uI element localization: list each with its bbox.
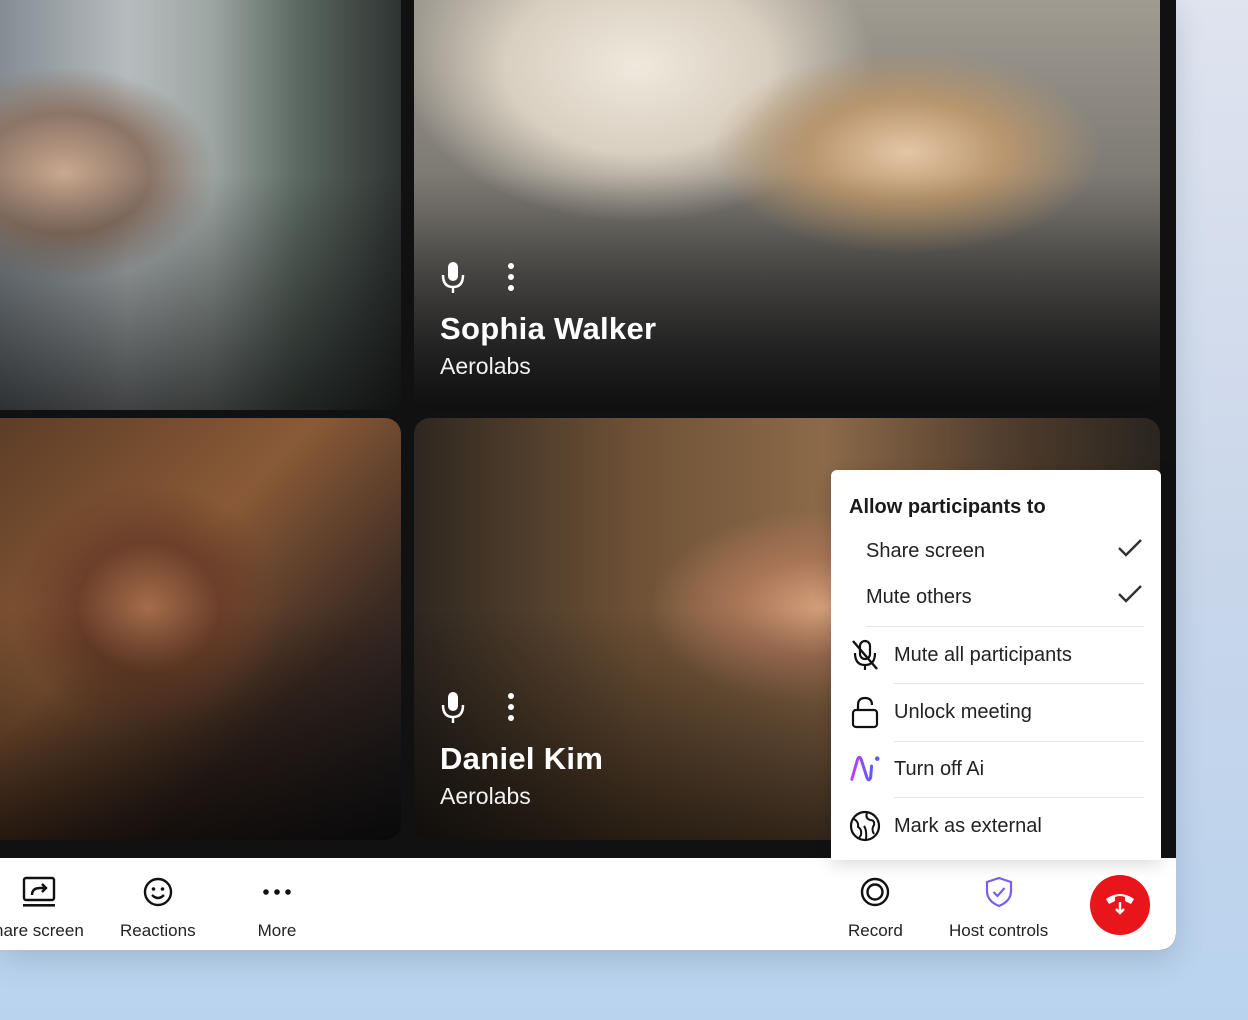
unlock-icon: [849, 695, 881, 729]
record-label: Record: [848, 921, 903, 940]
mic-off-icon: [849, 638, 881, 672]
share-screen-label: hare screen: [0, 921, 84, 940]
meeting-toolbar: hare screen Reactions More Record Host c…: [0, 858, 1176, 950]
participant-name: Sophia Walker: [440, 311, 657, 346]
host-controls-menu: Allow participants to Share screen Mute …: [831, 470, 1161, 860]
video-tile-participant-3[interactable]: [0, 418, 401, 840]
more-horizontal-icon: [256, 876, 298, 913]
share-screen-button[interactable]: hare screen: [0, 876, 84, 941]
participant-name: Daniel Kim: [440, 741, 604, 776]
record-button[interactable]: Record: [848, 876, 903, 941]
permission-mute-others[interactable]: Mute others: [866, 582, 1144, 612]
more-label: More: [257, 921, 297, 940]
video-tile-participant-1[interactable]: [0, 0, 401, 410]
divider: [894, 683, 1144, 684]
checkmark-icon: [1116, 582, 1144, 612]
share-screen-icon: [21, 876, 57, 913]
host-controls-label: Host controls: [949, 921, 1049, 940]
ai-icon: [849, 752, 881, 786]
checkmark-icon: [1116, 536, 1144, 566]
more-button[interactable]: More: [256, 876, 298, 941]
action-label: Mute all participants: [894, 643, 1072, 666]
reactions-button[interactable]: Reactions: [120, 876, 196, 941]
more-vertical-icon[interactable]: [506, 260, 516, 299]
smiley-icon: [142, 876, 174, 913]
divider: [894, 797, 1144, 798]
mute-all-participants-item[interactable]: Mute all participants: [849, 638, 1072, 672]
permission-share-screen[interactable]: Share screen: [866, 536, 1144, 566]
action-label: Unlock meeting: [894, 700, 1032, 723]
mark-as-external-item[interactable]: Mark as external: [849, 809, 1042, 843]
more-vertical-icon[interactable]: [506, 690, 516, 729]
reactions-label: Reactions: [120, 921, 196, 940]
unlock-meeting-item[interactable]: Unlock meeting: [849, 695, 1032, 729]
microphone-icon[interactable]: [440, 260, 466, 299]
participant-org: Aerolabs: [440, 783, 531, 809]
record-icon: [859, 876, 891, 913]
action-label: Turn off Ai: [894, 757, 985, 780]
meeting-window: Sophia Walker Aerolabs Daniel Kim Aerola…: [0, 0, 1176, 950]
divider: [894, 741, 1144, 742]
hang-up-icon: [1103, 888, 1137, 923]
globe-icon: [849, 809, 881, 843]
host-controls-button[interactable]: Host controls: [949, 876, 1048, 941]
end-call-button[interactable]: [1090, 875, 1150, 935]
permission-label: Mute others: [866, 585, 972, 608]
microphone-icon[interactable]: [440, 690, 466, 729]
menu-title: Allow participants to: [849, 496, 1046, 518]
divider: [866, 626, 1144, 627]
shield-check-icon: [983, 876, 1015, 913]
participant-overlay: Daniel Kim Aerolabs: [440, 690, 603, 810]
participant-org: Aerolabs: [440, 353, 531, 379]
turn-off-ai-item[interactable]: Turn off Ai: [849, 752, 984, 786]
participant-overlay: Sophia Walker Aerolabs: [440, 260, 656, 380]
action-label: Mark as external: [894, 814, 1042, 837]
permission-label: Share screen: [866, 539, 985, 562]
